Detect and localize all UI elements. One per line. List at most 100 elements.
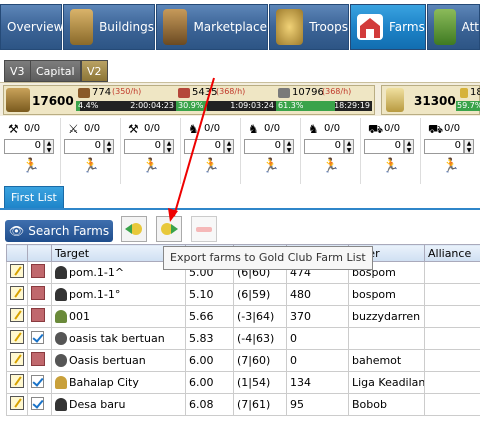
granary-block: 31300 187 59.7% [381, 85, 480, 115]
edit-icon[interactable] [10, 352, 24, 366]
tab-attack[interactable]: Att [427, 4, 480, 50]
player-avatar-icon [55, 376, 67, 390]
runner-icon: 🏃 [82, 158, 100, 174]
clubswinger-icon: ⚒ [8, 122, 19, 136]
unit-slot: ⛟ 0/0 0 ▲ ▼ 🏃 [420, 118, 480, 184]
unit-count-input[interactable]: 0 [364, 139, 404, 154]
warehouse-block: 17600 774 (350/h) 4.4% 2:00:04:23 5435 (3… [3, 85, 375, 115]
unit-spinner[interactable]: ▲ ▼ [44, 139, 54, 154]
swords-icon [434, 9, 456, 45]
warehouse-capacity: 17600 [32, 94, 74, 108]
runner-icon: 🏃 [442, 158, 460, 174]
unit-spinner[interactable]: ▲ ▼ [284, 139, 294, 154]
unit-spinner[interactable]: ▲ ▼ [404, 139, 414, 154]
import-arrow-icon [125, 223, 142, 235]
tab-farms[interactable]: Farms [350, 4, 426, 50]
unit-count-input[interactable]: 0 [304, 139, 344, 154]
target-checkbox[interactable] [31, 396, 44, 410]
table-row[interactable]: pom.1-1° 5.10 (6|59) 480 bospom [6, 283, 480, 306]
table-row[interactable]: 001 5.66 (-3|64) 370 buzzydarren [6, 305, 480, 328]
player-avatar-icon [55, 288, 67, 302]
village-tab-v3[interactable]: V3 [4, 60, 31, 82]
village-type-marker [31, 264, 45, 278]
wood-amount: 774 [92, 87, 112, 98]
granary-capacity: 31300 [414, 94, 456, 108]
iron-rate: (368/h) [322, 87, 352, 96]
village-type-marker [31, 286, 45, 300]
unit-spinner[interactable]: ▲ ▼ [224, 139, 234, 154]
import-farms-button[interactable] [121, 216, 147, 242]
clay-progress: 30.9% 1:09:03:24 [176, 101, 276, 111]
export-farms-button[interactable] [156, 216, 182, 242]
binoculars-icon: 👁 [9, 224, 25, 238]
unit-slot: ♞ 0/0 0 ▲ ▼ 🏃 [240, 118, 301, 184]
tab-troops[interactable]: Troops [269, 4, 349, 50]
edit-icon[interactable] [10, 286, 24, 300]
unit-spinner[interactable]: ▲ ▼ [164, 139, 174, 154]
unit-slot: ⚒ 0/0 0 ▲ ▼ 🏃 [0, 118, 61, 184]
target-checkbox[interactable] [31, 330, 44, 344]
village-type-marker [31, 352, 45, 366]
runner-icon: 🏃 [262, 158, 280, 174]
crop-amount: 187 [470, 87, 480, 98]
clay-rate: (368/h) [216, 87, 246, 96]
farm-toolbar: 👁 Search Farms [0, 208, 480, 246]
paladin-icon: ♞ [248, 122, 259, 136]
unit-count-input[interactable]: 0 [64, 139, 104, 154]
edit-icon[interactable] [10, 264, 24, 278]
buildings-icon [70, 9, 94, 45]
edit-icon[interactable] [10, 374, 24, 388]
player-avatar-icon [55, 266, 67, 280]
unit-count-input[interactable]: 0 [4, 139, 44, 154]
ram-icon: ⛟ [368, 122, 384, 136]
table-row[interactable]: Oasis bertuan 6.00 (7|60) 0 bahemot [6, 349, 480, 372]
crop-progress: 59.7% [456, 101, 480, 111]
table-row[interactable]: Bahalap City 6.00 (1|54) 134 Liga Keadil… [6, 371, 480, 394]
runner-icon: 🏃 [142, 158, 160, 174]
iron-progress: 61.3% 18:29:19 [276, 101, 372, 111]
tab-first-list[interactable]: First List [4, 186, 64, 210]
unit-spinner[interactable]: ▲ ▼ [344, 139, 354, 154]
oasis-icon [55, 332, 67, 346]
village-tab-capital[interactable]: Capital [30, 60, 81, 82]
unit-spinner[interactable]: ▲ ▼ [464, 139, 474, 154]
marketplace-icon [163, 9, 188, 45]
wood-icon [78, 88, 90, 98]
scout-icon: ♞ [188, 122, 199, 136]
runner-icon: 🏃 [22, 158, 40, 174]
unit-count-input[interactable]: 0 [244, 139, 284, 154]
player-avatar-icon [55, 398, 67, 412]
tab-buildings[interactable]: Buildings [63, 4, 155, 50]
tab-overview[interactable]: Overview [0, 4, 64, 50]
unit-count-input[interactable]: 0 [424, 139, 464, 154]
search-farms-button[interactable]: 👁 Search Farms [5, 220, 113, 242]
tab-marketplace[interactable]: Marketplace [156, 4, 268, 50]
barn-icon [357, 14, 383, 40]
column-alliance[interactable]: Alliance [424, 244, 480, 262]
edit-icon[interactable] [10, 396, 24, 410]
clay-amount: 5435 [192, 87, 218, 98]
iron-amount: 10796 [292, 87, 324, 98]
table-row[interactable]: Desa baru 6.08 (7|61) 95 Bobob [6, 393, 480, 416]
runner-icon: 🏃 [202, 158, 220, 174]
player-avatar-icon [55, 310, 67, 324]
knight-icon: ♞ [308, 122, 319, 136]
spearman-icon: ⚔ [68, 122, 79, 136]
target-checkbox[interactable] [31, 374, 44, 388]
unit-slot: ♞ 0/0 0 ▲ ▼ 🏃 [180, 118, 241, 184]
edit-icon[interactable] [10, 330, 24, 344]
unit-slot: ⚔ 0/0 0 ▲ ▼ 🏃 [60, 118, 121, 184]
oasis-icon [55, 354, 67, 368]
unit-count-input[interactable]: 0 [184, 139, 224, 154]
unit-spinner[interactable]: ▲ ▼ [104, 139, 114, 154]
wood-rate: (350/h) [112, 87, 142, 96]
unit-slot: ⛟ 0/0 0 ▲ ▼ 🏃 [360, 118, 421, 184]
table-row[interactable]: oasis tak bertuan 5.83 (-4|63) 0 [6, 327, 480, 350]
troop-selector: ⚒ 0/0 0 ▲ ▼ 🏃 ⚔ 0/0 0 ▲ ▼ 🏃 ⚒ 0/0 0 ▲ ▼ 🏃 ♞ 0/0 0 ▲ ▼ 🏃 ♞ 0/0… [0, 116, 480, 186]
unit-count-input[interactable]: 0 [124, 139, 164, 154]
runner-icon: 🏃 [322, 158, 340, 174]
village-tab-v2[interactable]: V2 [81, 60, 108, 82]
edit-icon[interactable] [10, 308, 24, 322]
remove-farms-button[interactable] [191, 216, 217, 242]
export-tooltip: Export farms to Gold Club Farm List [163, 246, 373, 270]
